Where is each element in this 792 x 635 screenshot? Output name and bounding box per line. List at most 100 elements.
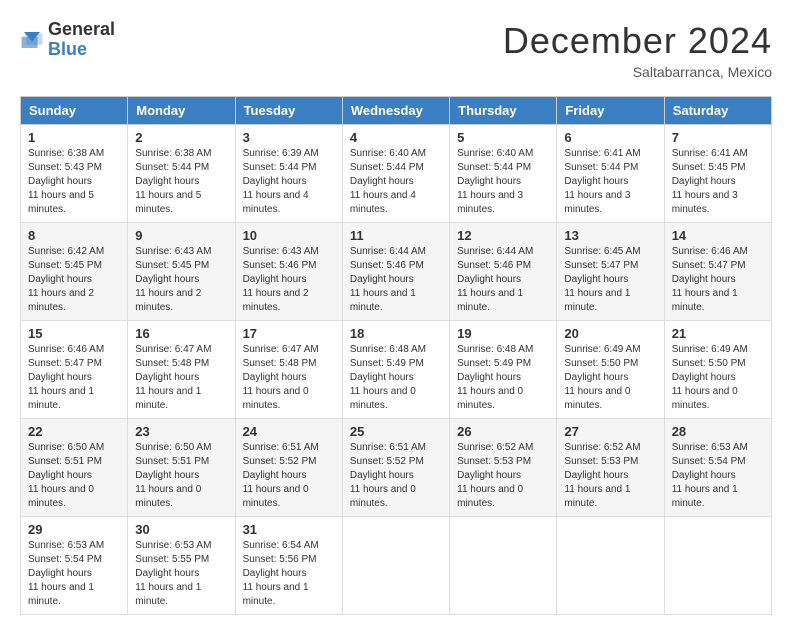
daylight-label: Daylight hours [457, 176, 521, 187]
sunrise-label: Sunrise: 6:45 AM [564, 246, 640, 257]
day-number: 13 [564, 228, 656, 243]
daylight-value: 11 hours and 1 minute. [28, 386, 94, 411]
sunrise-label: Sunrise: 6:50 AM [28, 442, 104, 453]
sunrise-label: Sunrise: 6:40 AM [457, 148, 533, 159]
table-row: 30 Sunrise: 6:53 AM Sunset: 5:55 PM Dayl… [128, 517, 235, 615]
sunset-label: Sunset: 5:47 PM [672, 260, 746, 271]
day-info: Sunrise: 6:46 AM Sunset: 5:47 PM Dayligh… [672, 245, 764, 315]
daylight-value: 11 hours and 5 minutes. [135, 190, 201, 215]
daylight-label: Daylight hours [243, 372, 307, 383]
sunrise-label: Sunrise: 6:47 AM [135, 344, 211, 355]
table-row: 10 Sunrise: 6:43 AM Sunset: 5:46 PM Dayl… [235, 223, 342, 321]
daylight-value: 11 hours and 0 minutes. [243, 484, 309, 509]
day-info: Sunrise: 6:43 AM Sunset: 5:45 PM Dayligh… [135, 245, 227, 315]
header-saturday: Saturday [664, 97, 771, 125]
daylight-label: Daylight hours [28, 470, 92, 481]
sunset-label: Sunset: 5:45 PM [135, 260, 209, 271]
sunrise-label: Sunrise: 6:52 AM [564, 442, 640, 453]
table-row [342, 517, 449, 615]
sunset-label: Sunset: 5:51 PM [135, 456, 209, 467]
day-info: Sunrise: 6:38 AM Sunset: 5:44 PM Dayligh… [135, 147, 227, 217]
page-header: General Blue December 2024 Saltabarranca… [20, 20, 772, 80]
daylight-label: Daylight hours [135, 568, 199, 579]
day-number: 20 [564, 326, 656, 341]
day-info: Sunrise: 6:48 AM Sunset: 5:49 PM Dayligh… [350, 343, 442, 413]
day-number: 24 [243, 424, 335, 439]
daylight-label: Daylight hours [243, 176, 307, 187]
sunrise-label: Sunrise: 6:43 AM [135, 246, 211, 257]
table-row [664, 517, 771, 615]
day-info: Sunrise: 6:52 AM Sunset: 5:53 PM Dayligh… [564, 441, 656, 511]
location: Saltabarranca, Mexico [503, 64, 772, 80]
sunset-label: Sunset: 5:46 PM [457, 260, 531, 271]
table-row: 16 Sunrise: 6:47 AM Sunset: 5:48 PM Dayl… [128, 321, 235, 419]
sunset-label: Sunset: 5:44 PM [457, 162, 531, 173]
day-number: 26 [457, 424, 549, 439]
sunset-label: Sunset: 5:51 PM [28, 456, 102, 467]
day-info: Sunrise: 6:47 AM Sunset: 5:48 PM Dayligh… [243, 343, 335, 413]
day-number: 12 [457, 228, 549, 243]
daylight-value: 11 hours and 0 minutes. [28, 484, 94, 509]
daylight-label: Daylight hours [350, 274, 414, 285]
daylight-value: 11 hours and 0 minutes. [457, 484, 523, 509]
sunset-label: Sunset: 5:44 PM [243, 162, 317, 173]
daylight-label: Daylight hours [457, 470, 521, 481]
daylight-label: Daylight hours [135, 274, 199, 285]
sunrise-label: Sunrise: 6:54 AM [243, 540, 319, 551]
day-info: Sunrise: 6:50 AM Sunset: 5:51 PM Dayligh… [28, 441, 120, 511]
day-info: Sunrise: 6:46 AM Sunset: 5:47 PM Dayligh… [28, 343, 120, 413]
sunrise-label: Sunrise: 6:38 AM [28, 148, 104, 159]
day-number: 4 [350, 130, 442, 145]
table-row: 9 Sunrise: 6:43 AM Sunset: 5:45 PM Dayli… [128, 223, 235, 321]
header-wednesday: Wednesday [342, 97, 449, 125]
sunset-label: Sunset: 5:48 PM [135, 358, 209, 369]
daylight-value: 11 hours and 1 minute. [564, 288, 630, 313]
daylight-label: Daylight hours [135, 470, 199, 481]
daylight-value: 11 hours and 2 minutes. [243, 288, 309, 313]
sunrise-label: Sunrise: 6:41 AM [564, 148, 640, 159]
day-info: Sunrise: 6:49 AM Sunset: 5:50 PM Dayligh… [672, 343, 764, 413]
day-info: Sunrise: 6:44 AM Sunset: 5:46 PM Dayligh… [457, 245, 549, 315]
table-row: 26 Sunrise: 6:52 AM Sunset: 5:53 PM Dayl… [450, 419, 557, 517]
day-number: 6 [564, 130, 656, 145]
sunset-label: Sunset: 5:53 PM [564, 456, 638, 467]
day-info: Sunrise: 6:41 AM Sunset: 5:44 PM Dayligh… [564, 147, 656, 217]
sunrise-label: Sunrise: 6:52 AM [457, 442, 533, 453]
day-number: 29 [28, 522, 120, 537]
daylight-value: 11 hours and 1 minute. [672, 288, 738, 313]
table-row: 13 Sunrise: 6:45 AM Sunset: 5:47 PM Dayl… [557, 223, 664, 321]
sunrise-label: Sunrise: 6:47 AM [243, 344, 319, 355]
daylight-value: 11 hours and 1 minute. [457, 288, 523, 313]
day-number: 14 [672, 228, 764, 243]
day-number: 10 [243, 228, 335, 243]
sunset-label: Sunset: 5:48 PM [243, 358, 317, 369]
table-row: 27 Sunrise: 6:52 AM Sunset: 5:53 PM Dayl… [557, 419, 664, 517]
table-row: 6 Sunrise: 6:41 AM Sunset: 5:44 PM Dayli… [557, 125, 664, 223]
table-row: 17 Sunrise: 6:47 AM Sunset: 5:48 PM Dayl… [235, 321, 342, 419]
day-info: Sunrise: 6:42 AM Sunset: 5:45 PM Dayligh… [28, 245, 120, 315]
daylight-label: Daylight hours [350, 176, 414, 187]
table-row: 15 Sunrise: 6:46 AM Sunset: 5:47 PM Dayl… [21, 321, 128, 419]
daylight-label: Daylight hours [564, 470, 628, 481]
day-info: Sunrise: 6:53 AM Sunset: 5:54 PM Dayligh… [28, 539, 120, 609]
daylight-value: 11 hours and 1 minute. [243, 582, 309, 607]
daylight-value: 11 hours and 2 minutes. [135, 288, 201, 313]
table-row: 5 Sunrise: 6:40 AM Sunset: 5:44 PM Dayli… [450, 125, 557, 223]
day-number: 27 [564, 424, 656, 439]
table-row: 2 Sunrise: 6:38 AM Sunset: 5:44 PM Dayli… [128, 125, 235, 223]
table-row: 21 Sunrise: 6:49 AM Sunset: 5:50 PM Dayl… [664, 321, 771, 419]
sunset-label: Sunset: 5:45 PM [672, 162, 746, 173]
daylight-label: Daylight hours [672, 176, 736, 187]
table-row: 20 Sunrise: 6:49 AM Sunset: 5:50 PM Dayl… [557, 321, 664, 419]
daylight-value: 11 hours and 0 minutes. [457, 386, 523, 411]
sunset-label: Sunset: 5:55 PM [135, 554, 209, 565]
sunset-label: Sunset: 5:56 PM [243, 554, 317, 565]
day-number: 5 [457, 130, 549, 145]
daylight-value: 11 hours and 0 minutes. [350, 484, 416, 509]
sunrise-label: Sunrise: 6:51 AM [243, 442, 319, 453]
day-info: Sunrise: 6:49 AM Sunset: 5:50 PM Dayligh… [564, 343, 656, 413]
daylight-label: Daylight hours [564, 176, 628, 187]
day-number: 8 [28, 228, 120, 243]
day-info: Sunrise: 6:48 AM Sunset: 5:49 PM Dayligh… [457, 343, 549, 413]
sunset-label: Sunset: 5:44 PM [350, 162, 424, 173]
